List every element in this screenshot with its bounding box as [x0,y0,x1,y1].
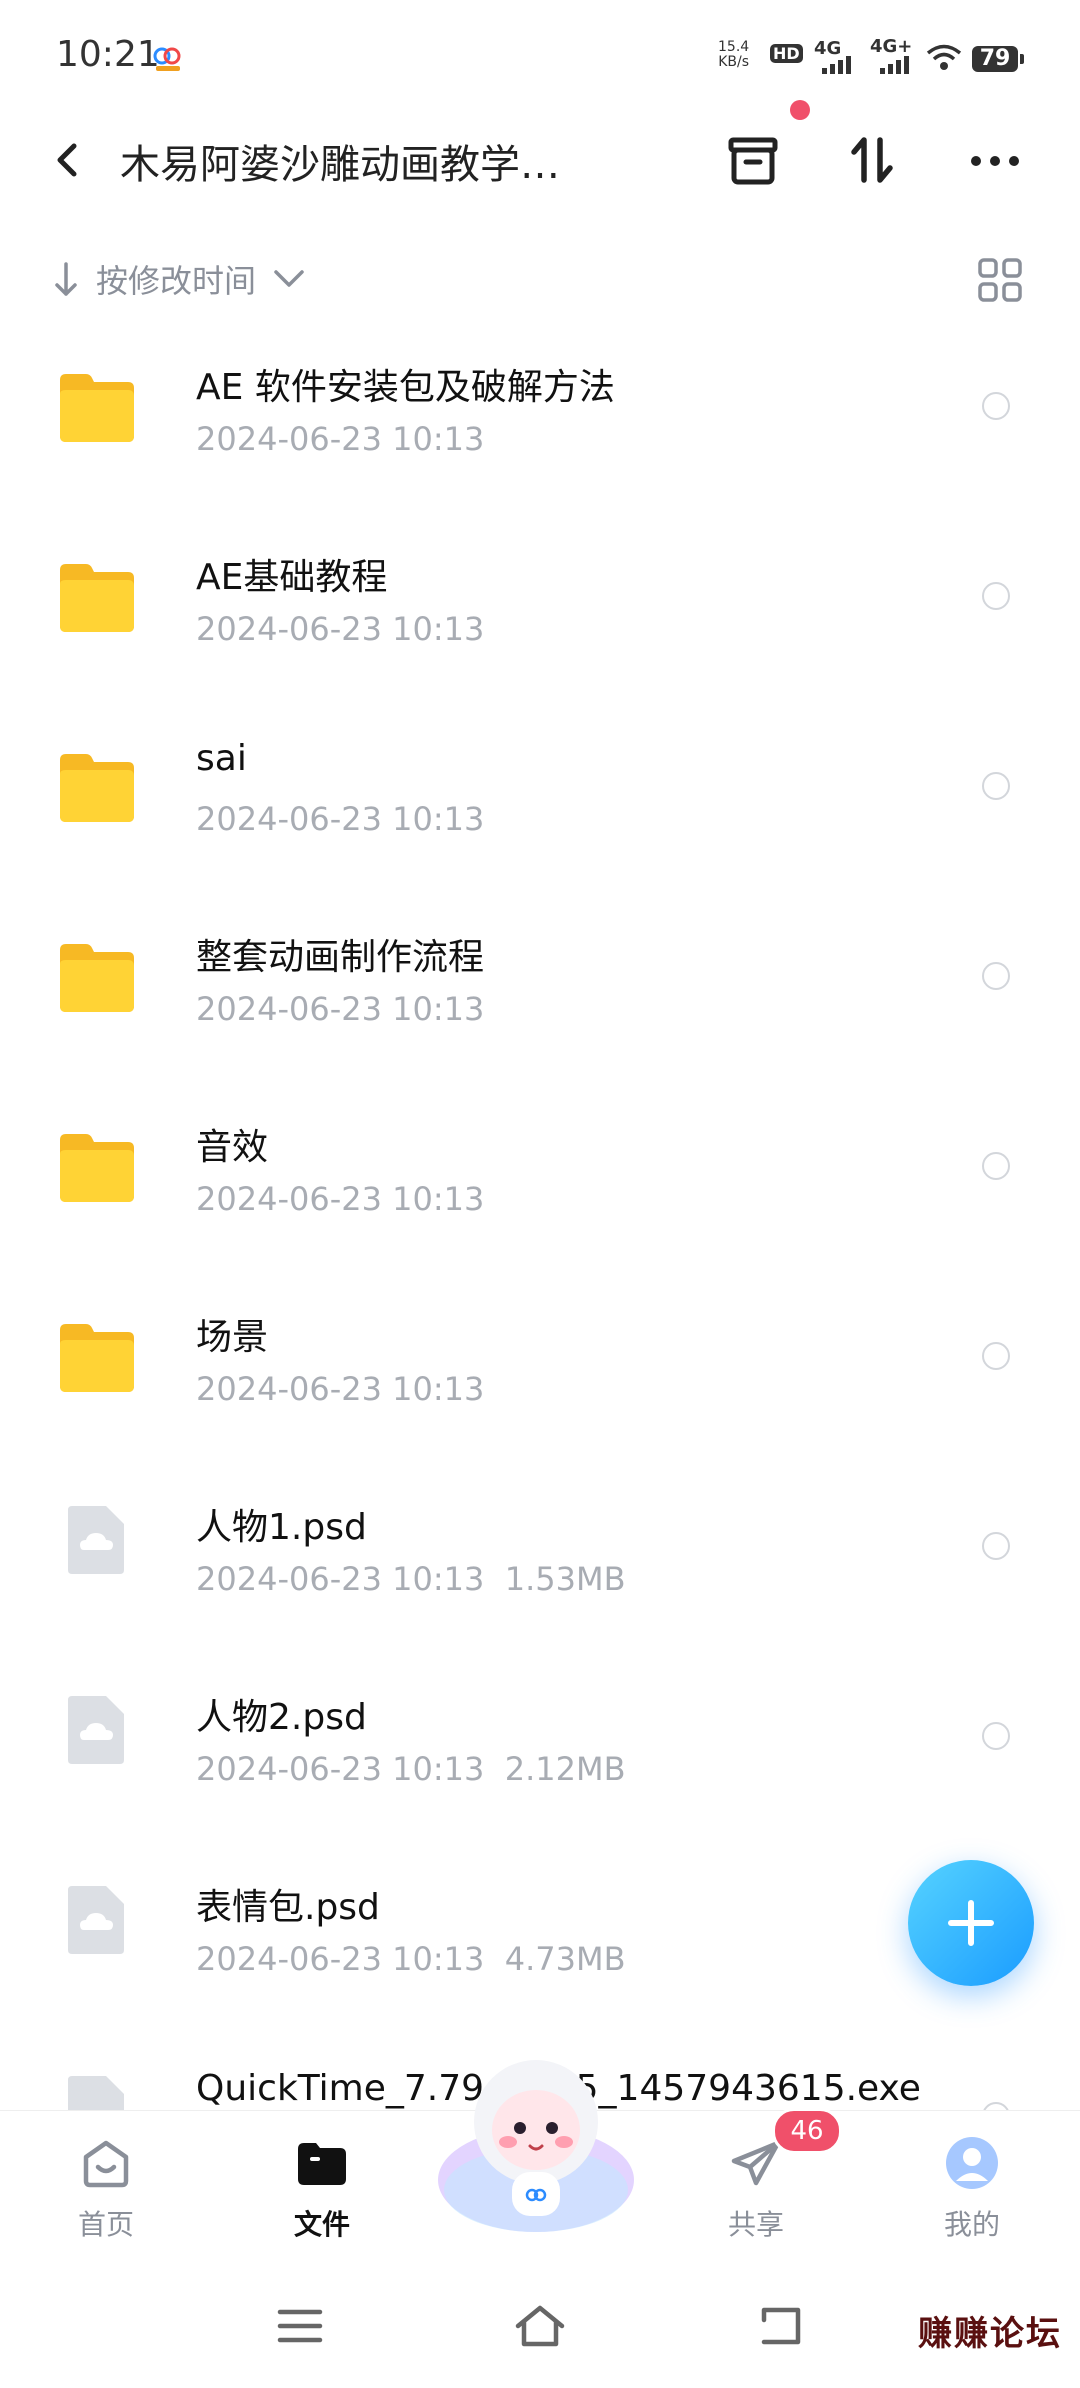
page-title: 木易阿婆沙雕动画教学… [120,142,560,188]
plus-icon [948,1900,994,1946]
select-checkbox[interactable] [982,582,1010,610]
tab-me[interactable]: 我的 [892,2111,1052,2271]
select-checkbox[interactable] [982,962,1010,990]
transfer-icon[interactable] [842,130,904,192]
file-name: 场景 [196,1317,269,1358]
list-item[interactable]: 场景 2024-06-23 10:13 [0,1270,1080,1460]
folder-icon [60,1324,134,1392]
file-date-size: 2024-06-23 10:13 1.53MB [196,1560,626,1598]
signal-2-label: 4G+ [870,36,913,57]
file-name: sai [196,738,247,779]
file-name: 整套动画制作流程 [196,937,485,978]
file-date: 2024-06-23 10:13 [196,610,485,648]
file-size: 4.73MB [504,1940,626,1978]
back-nav-icon[interactable] [750,2298,810,2354]
file-date: 2024-06-23 10:13 [196,420,485,458]
select-checkbox[interactable] [982,1722,1010,1750]
folder-icon [60,754,134,822]
archive-icon[interactable] [722,130,784,192]
share-count-badge: 46 [772,2108,842,2154]
file-name: AE基础教程 [196,557,388,598]
file-date: 2024-06-23 10:13 [196,1180,485,1218]
folder-tab-icon [298,2143,346,2185]
select-checkbox[interactable] [982,1152,1010,1180]
folder-icon [60,944,134,1012]
hd-icon: HD [770,44,803,63]
select-checkbox[interactable] [982,1532,1010,1560]
net-speed-value: 15.4 [718,39,750,55]
list-item[interactable]: AE 软件安装包及破解方法 2024-06-23 10:13 [0,320,1080,510]
file-size: 1.53MB [504,1560,626,1598]
signal-2-icon [880,56,909,74]
file-date: 2024-06-23 10:13 [196,1940,485,1978]
folder-icon [60,374,134,442]
tab-label: 文件 [293,2208,350,2241]
more-icon[interactable] [964,130,1026,192]
cloud-file-icon [68,1696,124,1764]
status-bar: 10:21 15.4 KB/s HD 4G 4G+ 79 [0,0,1080,110]
top-app-bar: 木易阿婆沙雕动画教学… [0,110,1080,210]
grid-view-icon[interactable] [976,256,1024,304]
file-date: 2024-06-23 10:13 [196,1560,485,1598]
battery-indicator: 79 [972,46,1024,72]
tab-label: 我的 [943,2208,1000,2241]
file-date-size: 2024-06-23 10:13 4.73MB [196,1940,626,1978]
list-item[interactable]: sai 2024-06-23 10:13 [0,700,1080,890]
file-date: 2024-06-23 10:13 [196,1750,485,1788]
baidu-netdisk-status-icon [153,47,181,71]
net-speed: 15.4 KB/s [718,40,749,70]
file-size: 2.12MB [504,1750,626,1788]
list-item[interactable]: 人物1.psd 2024-06-23 10:13 1.53MB [0,1460,1080,1650]
select-checkbox[interactable] [982,1342,1010,1370]
avatar-icon [946,2137,998,2189]
tab-label: 首页 [77,2208,134,2241]
file-name: 人物1.psd [196,1507,367,1548]
cloud-file-icon [68,1506,124,1574]
status-time: 10:21 [56,34,160,75]
add-button[interactable] [908,1860,1034,1986]
list-item[interactable]: AE基础教程 2024-06-23 10:13 [0,510,1080,700]
tab-label: 共享 [727,2208,784,2241]
wifi-icon [926,44,962,70]
list-item[interactable]: 音效 2024-06-23 10:13 [0,1080,1080,1270]
home-nav-icon[interactable] [510,2298,570,2354]
sort-arrow-icon [55,262,77,296]
file-name: 音效 [196,1127,269,1168]
net-speed-unit: KB/s [718,54,749,70]
tab-home[interactable]: 首页 [26,2111,186,2271]
file-name: 人物2.psd [196,1697,367,1738]
list-item[interactable]: 人物2.psd 2024-06-23 10:13 2.12MB [0,1650,1080,1840]
file-name: AE 软件安装包及破解方法 [196,367,615,408]
cloud-file-icon [68,1886,124,1954]
notification-dot [790,100,810,120]
folder-icon [60,1134,134,1202]
back-arrow-icon[interactable] [44,132,94,188]
file-date: 2024-06-23 10:13 [196,1370,485,1408]
sort-selector[interactable]: 按修改时间 [96,256,256,302]
signal-1-icon [822,56,851,74]
tab-files[interactable]: 文件 [242,2111,402,2271]
forum-watermark: 赚赚论坛 [918,2314,1062,2354]
file-date: 2024-06-23 10:13 [196,800,485,838]
menu-icon[interactable] [270,2298,330,2354]
file-date-size: 2024-06-23 10:13 2.12MB [196,1750,626,1788]
file-date: 2024-06-23 10:13 [196,990,485,1028]
mascot-assistant-icon[interactable] [436,2050,636,2240]
chevron-down-icon[interactable] [272,268,306,290]
select-checkbox[interactable] [982,772,1010,800]
home-icon [83,2140,129,2188]
sort-bar: 按修改时间 [0,248,1080,308]
list-item[interactable]: 整套动画制作流程 2024-06-23 10:13 [0,890,1080,1080]
folder-icon [60,564,134,632]
select-checkbox[interactable] [982,392,1010,420]
file-name: 表情包.psd [196,1887,380,1928]
